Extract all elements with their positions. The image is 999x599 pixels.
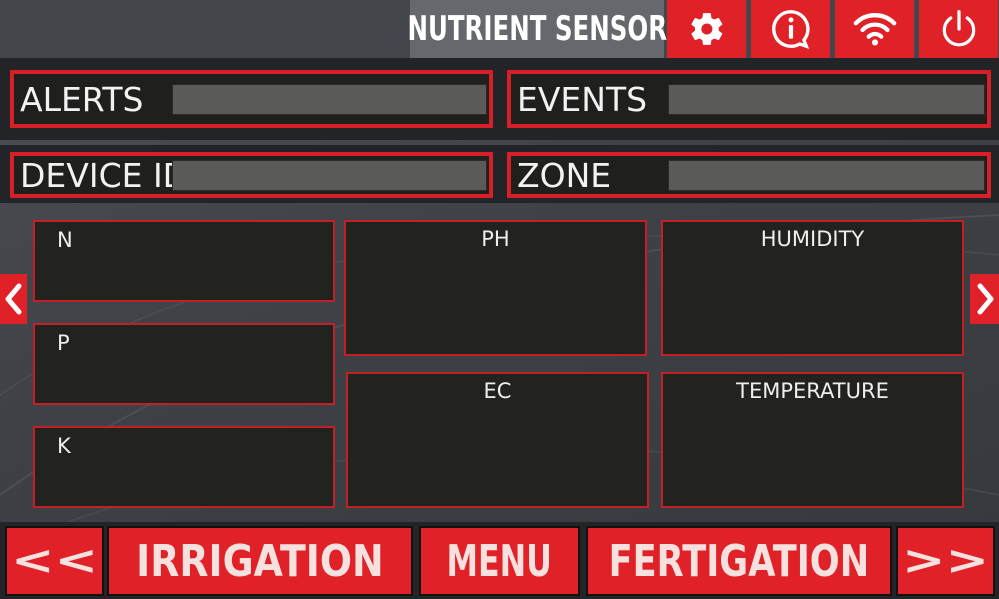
tile-humidity: HUMIDITY bbox=[661, 220, 964, 356]
tile-ph-label: PH bbox=[481, 227, 510, 251]
device-id-value bbox=[172, 160, 487, 191]
tile-potassium-label: K bbox=[57, 434, 71, 458]
wifi-icon bbox=[853, 13, 896, 46]
alerts-label: ALERTS bbox=[20, 79, 144, 119]
tile-phosphorus-label: P bbox=[57, 331, 70, 355]
events-label: EVENTS bbox=[517, 79, 648, 119]
power-icon bbox=[942, 9, 975, 47]
settings-button[interactable] bbox=[667, 0, 746, 58]
fertigation-label: FERTIGATION bbox=[608, 535, 870, 587]
info-icon bbox=[771, 10, 810, 50]
events-field: EVENTS bbox=[507, 70, 991, 128]
tile-phosphorus: P bbox=[33, 323, 335, 405]
irrigation-label: IRRIGATION bbox=[136, 535, 384, 587]
tile-ec-label: EC bbox=[483, 379, 512, 403]
rewind-button[interactable]: << bbox=[5, 526, 104, 596]
forward-button[interactable]: >> bbox=[896, 526, 995, 596]
alerts-value bbox=[172, 84, 487, 115]
tile-nitrogen: N bbox=[33, 220, 335, 302]
alerts-field: ALERTS bbox=[10, 70, 493, 128]
zone-value bbox=[668, 160, 985, 191]
page-title-text: NUTRIENT SENSOR bbox=[407, 9, 667, 49]
tile-temperature: TEMPERATURE bbox=[661, 372, 964, 508]
zone-field: ZONE bbox=[507, 152, 991, 198]
prev-page-button[interactable] bbox=[0, 274, 27, 324]
tile-potassium: K bbox=[33, 426, 335, 508]
tile-temperature-label: TEMPERATURE bbox=[736, 379, 889, 403]
zone-label: ZONE bbox=[517, 155, 612, 195]
device-id-field: DEVICE ID bbox=[10, 152, 493, 198]
tile-nitrogen-label: N bbox=[57, 228, 73, 252]
menu-label: MENU bbox=[446, 535, 553, 587]
device-id-label: DEVICE ID bbox=[20, 155, 189, 195]
menu-button[interactable]: MENU bbox=[419, 526, 580, 596]
rewind-label: << bbox=[10, 538, 99, 584]
power-button[interactable] bbox=[919, 0, 998, 58]
irrigation-button[interactable]: IRRIGATION bbox=[107, 526, 413, 596]
next-page-button[interactable] bbox=[970, 274, 999, 324]
events-value bbox=[668, 84, 985, 115]
info-button[interactable] bbox=[751, 0, 830, 58]
wifi-button[interactable] bbox=[835, 0, 914, 58]
chevron-left-icon bbox=[5, 283, 21, 315]
gear-icon bbox=[690, 13, 722, 45]
page-title: NUTRIENT SENSOR bbox=[407, 0, 667, 58]
chevron-right-icon bbox=[977, 283, 993, 315]
forward-label: >> bbox=[901, 538, 990, 584]
tile-ph: PH bbox=[344, 220, 647, 356]
fertigation-button[interactable]: FERTIGATION bbox=[586, 526, 892, 596]
tile-humidity-label: HUMIDITY bbox=[760, 227, 865, 251]
tile-ec: EC bbox=[346, 372, 649, 508]
